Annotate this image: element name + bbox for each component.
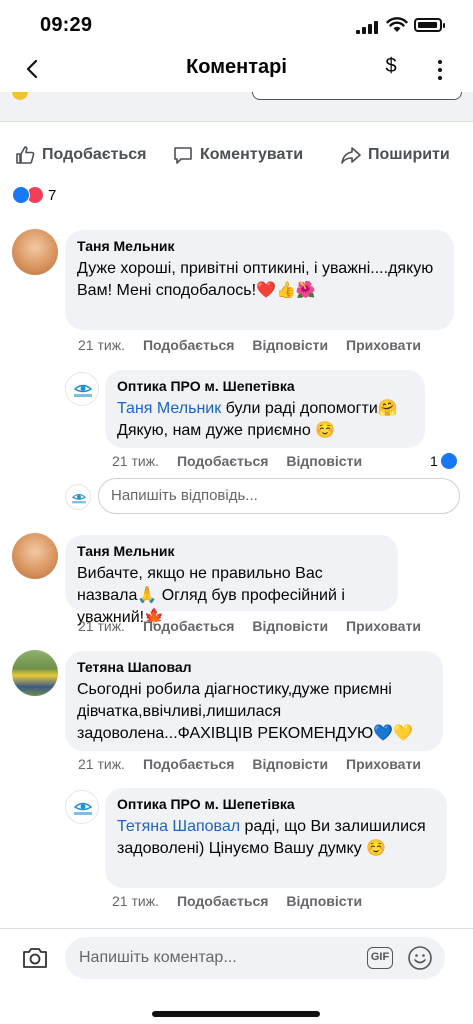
reply-like-count: 1 (430, 453, 457, 469)
comment-time: 21 тиж. (78, 337, 125, 353)
comment-meta: 21 тиж. Подобається Відповісти Приховати (78, 618, 439, 634)
post-remnant (0, 92, 473, 122)
reply-meta: 21 тиж. Подобається Відповісти (112, 893, 380, 909)
comment-hide-button[interactable]: Приховати (346, 756, 421, 772)
eye-logo-icon (73, 384, 93, 397)
avatar[interactable] (12, 650, 58, 696)
page-avatar[interactable] (65, 372, 99, 406)
reply-bubble: Оптика ПРО м. Шепетівка Таня Мельник бул… (105, 370, 425, 448)
comment-author[interactable]: Таня Мельник (77, 238, 442, 254)
share-label: Поширити (368, 146, 450, 163)
comment-reply-button[interactable]: Відповісти (252, 337, 328, 353)
reply-reply-button[interactable]: Відповісти (286, 453, 362, 469)
reaction-count: 7 (48, 186, 57, 204)
reaction-summary[interactable]: 7 (12, 186, 56, 204)
post-actions: Подобається Коментувати Поширити (0, 138, 473, 174)
eye-logo-icon (73, 802, 93, 815)
comment-like-button[interactable]: Подобається (143, 618, 234, 634)
comment-action-button[interactable]: Коментувати (172, 144, 303, 166)
camera-icon[interactable] (20, 943, 50, 973)
mention-link[interactable]: Тетяна Шаповал (117, 818, 240, 835)
battery-icon (414, 18, 445, 32)
share-icon (341, 147, 361, 164)
like-count-text: 1 (430, 453, 438, 469)
emoji-icon (12, 92, 28, 100)
header: Коментарі $ (0, 48, 473, 92)
comment-meta: 21 тиж. Подобається Відповісти Приховати (78, 337, 439, 353)
page-avatar[interactable] (65, 790, 99, 824)
eye-logo-icon (71, 494, 87, 504)
reply-bubble: Оптика ПРО м. Шепетівка Тетяна Шаповал р… (105, 788, 447, 888)
emoji-icon[interactable] (407, 945, 433, 971)
avatar[interactable] (12, 229, 58, 275)
page-avatar-small (65, 484, 91, 510)
comment-reply-button[interactable]: Відповісти (252, 618, 328, 634)
like-reaction-icon (12, 186, 30, 204)
comment-hide-button[interactable]: Приховати (346, 337, 421, 353)
comment-input[interactable]: Напишіть коментар... GIF (65, 937, 445, 979)
reply-text: Таня Мельник були раді допомогти🤗 Дякую,… (117, 398, 413, 442)
comment-author[interactable]: Таня Мельник (77, 543, 386, 559)
status-time: 09:29 (40, 14, 93, 36)
comment-time: 21 тиж. (78, 618, 125, 634)
reply-author[interactable]: Оптика ПРО м. Шепетівка (117, 796, 435, 812)
more-options-button[interactable] (430, 58, 450, 82)
comment-text: Дуже хороші, привітні оптикині, і уважні… (77, 260, 434, 299)
share-action-button[interactable]: Поширити (340, 144, 450, 166)
reply-time: 21 тиж. (112, 893, 159, 909)
gif-button[interactable]: GIF (367, 947, 393, 969)
reply-like-button[interactable]: Подобається (177, 453, 268, 469)
reply-like-button[interactable]: Подобається (177, 893, 268, 909)
thumbs-up-icon (16, 146, 35, 164)
reply-text: Тетяна Шаповал раді, що Ви залишилися за… (117, 816, 435, 860)
reply-input[interactable]: Напишіть відповідь... (98, 478, 460, 514)
avatar[interactable] (12, 533, 58, 579)
page-title: Коментарі (186, 56, 287, 78)
post-box (252, 92, 462, 100)
status-bar: 09:29 (0, 0, 473, 48)
wifi-icon (386, 17, 408, 32)
reply-meta: 21 тиж. Подобається Відповісти (112, 453, 380, 469)
comment-reply-button[interactable]: Відповісти (252, 756, 328, 772)
reply-time: 21 тиж. (112, 453, 159, 469)
comment-text: Сьогодні робила діагностику,дуже приємні… (77, 681, 413, 742)
comment-composer: Напишіть коментар... GIF (0, 928, 473, 1024)
comment-time: 21 тиж. (78, 756, 125, 772)
reply-author[interactable]: Оптика ПРО м. Шепетівка (117, 378, 413, 394)
comment-placeholder: Напишіть коментар... (79, 949, 237, 966)
signal-icon (356, 20, 378, 34)
mention-link[interactable]: Таня Мельник (117, 400, 221, 417)
comment-author[interactable]: Тетяна Шаповал (77, 659, 431, 675)
comment-hide-button[interactable]: Приховати (346, 618, 421, 634)
like-action-button[interactable]: Подобається (14, 144, 147, 166)
reply-reply-button[interactable]: Відповісти (286, 893, 362, 909)
comment-bubble: Тетяна Шаповал Сьогодні робила діагности… (65, 651, 443, 751)
like-label: Подобається (42, 146, 147, 163)
comment-icon (174, 147, 192, 164)
dollar-button[interactable]: $ (381, 55, 401, 78)
comment-like-button[interactable]: Подобається (143, 337, 234, 353)
comment-meta: 21 тиж. Подобається Відповісти Приховати (78, 756, 439, 772)
comment-bubble: Таня Мельник Вибачте, якщо не правильно … (65, 535, 398, 626)
comment-like-button[interactable]: Подобається (143, 756, 234, 772)
home-indicator (152, 1011, 320, 1017)
comment-label: Коментувати (200, 146, 304, 163)
like-reaction-icon (440, 453, 457, 469)
comment-bubble: Таня Мельник Дуже хороші, привітні оптик… (65, 230, 454, 330)
